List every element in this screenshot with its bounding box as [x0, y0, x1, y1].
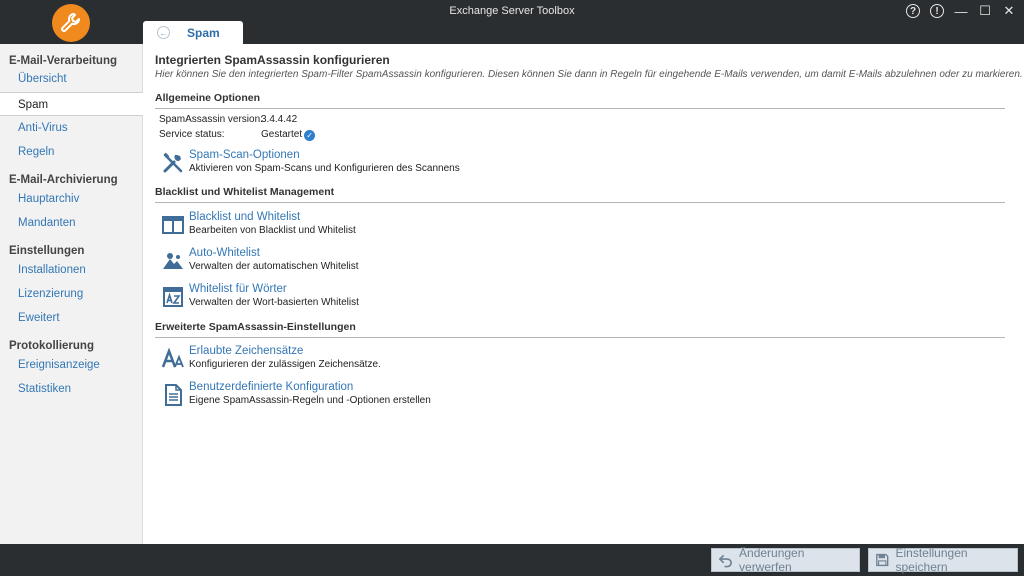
- section-blacklist-whitelist: Blacklist und Whitelist Management: [155, 186, 1005, 203]
- status-value: Gestartet: [261, 129, 303, 140]
- blacklist-whitelist-title: Blacklist und Whitelist: [189, 211, 301, 223]
- allowed-charsets-link[interactable]: Erlaubte Zeichensätze Konfigurieren der …: [161, 345, 761, 375]
- info-icon[interactable]: !: [930, 4, 944, 18]
- sidebar-item-rules[interactable]: Regeln: [18, 146, 54, 158]
- columns-icon: [162, 216, 184, 234]
- help-icon[interactable]: ?: [906, 4, 920, 18]
- sidebar-item-statistics[interactable]: Statistiken: [18, 383, 71, 395]
- document-icon: [165, 384, 182, 406]
- tools-icon: [163, 152, 183, 173]
- tab-spam[interactable]: ← Spam: [143, 21, 243, 45]
- maximize-button[interactable]: ☐: [978, 3, 992, 19]
- section-general-options: Allgemeine Optionen: [155, 92, 1005, 109]
- service-status-row: Service status: Gestartet ✓: [159, 129, 316, 141]
- sidebar-item-overview[interactable]: Übersicht: [18, 73, 67, 85]
- page-description: Hier können Sie den integrierten Spam-Fi…: [155, 69, 1023, 80]
- close-button[interactable]: ✕: [1002, 3, 1016, 19]
- auto-whitelist-title: Auto-Whitelist: [189, 247, 260, 259]
- version-label: SpamAssassin version:: [159, 114, 263, 125]
- version-value: 3.4.4.42: [261, 114, 298, 125]
- blacklist-whitelist-link[interactable]: Blacklist und Whitelist Bearbeiten von B…: [161, 211, 761, 241]
- spam-scan-options-link[interactable]: Spam-Scan-Optionen Aktivieren von Spam-S…: [161, 149, 761, 179]
- az-icon: [163, 287, 183, 307]
- sidebar-group-settings: Einstellungen: [9, 245, 85, 257]
- sidebar-item-advanced[interactable]: Eweitert: [18, 312, 60, 324]
- status-label: Service status:: [159, 129, 225, 140]
- check-circle-icon: ✓: [304, 130, 316, 141]
- sidebar-group-logging: Protokollierung: [9, 340, 94, 352]
- blacklist-whitelist-desc: Bearbeiten von Blacklist und Whitelist: [189, 225, 356, 236]
- save-settings-button[interactable]: Einstellungen speichern: [868, 546, 1018, 574]
- sidebar-item-main-archive[interactable]: Hauptarchiv: [18, 193, 79, 205]
- sidebar-group-email-archiving: E-Mail-Archivierung: [9, 174, 118, 186]
- save-icon: [876, 553, 889, 567]
- sidebar-item-spam[interactable]: Spam: [0, 92, 143, 116]
- custom-config-desc: Eigene SpamAssassin-Regeln und -Optionen…: [189, 395, 431, 406]
- spamassassin-version-row: SpamAssassin version: 3.4.4.42: [159, 114, 297, 125]
- word-whitelist-desc: Verwalten der Wort-basierten Whitelist: [189, 297, 359, 308]
- footer-bar: Änderungen verwerfen Einstellungen speic…: [0, 544, 1024, 576]
- sidebar-item-event-viewer[interactable]: Ereignisanzeige: [18, 359, 100, 371]
- auto-whitelist-icon: [163, 253, 183, 269]
- tab-label: Spam: [187, 26, 220, 40]
- save-settings-label: Einstellungen speichern: [895, 546, 968, 574]
- sidebar-item-tenants[interactable]: Mandanten: [18, 217, 76, 229]
- main-content: Integrierten SpamAssassin konfigurieren …: [143, 44, 1024, 544]
- discard-changes-label: Änderungen verwerfen: [739, 546, 805, 574]
- allowed-charsets-title: Erlaubte Zeichensätze: [189, 345, 304, 357]
- word-whitelist-link[interactable]: Whitelist für Wörter Verwalten der Wort-…: [161, 283, 761, 313]
- sidebar-group-email-processing: E-Mail-Verarbeitung: [9, 55, 117, 67]
- minimize-button[interactable]: —: [954, 4, 968, 19]
- page-title: Integrierten SpamAssassin konfigurieren: [155, 53, 390, 67]
- auto-whitelist-desc: Verwalten der automatischen Whitelist: [189, 261, 359, 272]
- spam-scan-options-desc: Aktivieren von Spam-Scans und Konfigurie…: [189, 163, 460, 174]
- sidebar-item-installations[interactable]: Installationen: [18, 264, 86, 276]
- discard-changes-button[interactable]: Änderungen verwerfen: [711, 546, 860, 574]
- section-advanced-spamassassin: Erweiterte SpamAssassin-Einstellungen: [155, 321, 1005, 338]
- allowed-charsets-desc: Konfigurieren der zulässigen Zeichensätz…: [189, 359, 381, 370]
- undo-icon: [718, 554, 732, 568]
- custom-config-link[interactable]: Benutzerdefinierte Konfiguration Eigene …: [161, 381, 761, 411]
- custom-config-title: Benutzerdefinierte Konfiguration: [189, 381, 354, 393]
- word-whitelist-title: Whitelist für Wörter: [189, 283, 287, 295]
- font-icon: [161, 347, 184, 368]
- sidebar: E-Mail-Verarbeitung Übersicht Spam Anti-…: [0, 44, 143, 544]
- sidebar-item-antivirus[interactable]: Anti-Virus: [18, 122, 68, 134]
- back-arrow-icon[interactable]: ←: [157, 26, 170, 39]
- auto-whitelist-link[interactable]: Auto-Whitelist Verwalten der automatisch…: [161, 247, 761, 277]
- window-title: Exchange Server Toolbox: [449, 5, 575, 17]
- sidebar-item-licensing[interactable]: Lizenzierung: [18, 288, 83, 300]
- spam-scan-options-title: Spam-Scan-Optionen: [189, 149, 300, 161]
